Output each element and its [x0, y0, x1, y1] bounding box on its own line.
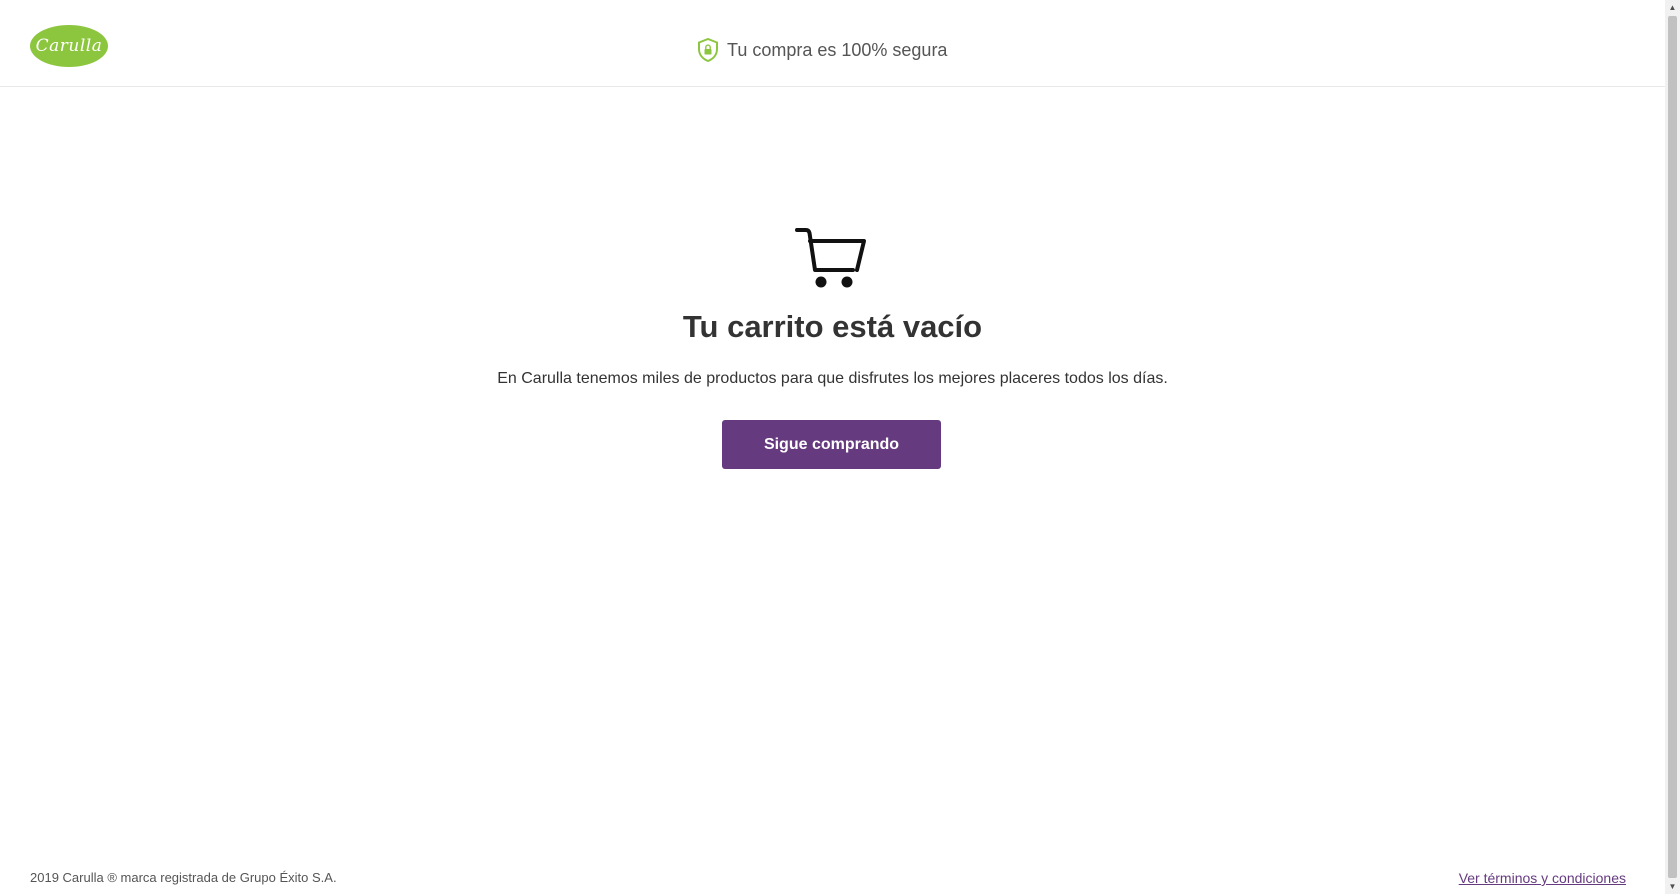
carulla-logo[interactable]: Carulla	[30, 25, 108, 67]
shopping-cart-icon	[795, 228, 866, 288]
scroll-up-icon[interactable]: ▲	[1665, 0, 1680, 15]
keep-shopping-button[interactable]: Sigue comprando	[722, 420, 941, 469]
vertical-scrollbar[interactable]: ▲ ▼	[1665, 0, 1680, 894]
secure-purchase-notice: Tu compra es 100% segura	[697, 38, 947, 62]
empty-cart-description: En Carulla tenemos miles de productos pa…	[497, 370, 1168, 387]
scroll-down-icon[interactable]: ▼	[1665, 879, 1680, 894]
scrollbar-thumb[interactable]	[1668, 16, 1677, 878]
terms-link[interactable]: Ver términos y condiciones	[1459, 870, 1626, 886]
shield-lock-icon	[698, 38, 718, 62]
footer-copyright: 2019 Carulla ® marca registrada de Grupo…	[30, 870, 337, 885]
page: Carulla Tu compra es 100% segura Tu carr…	[0, 0, 1665, 894]
header: Carulla Tu compra es 100% segura	[0, 0, 1665, 87]
empty-cart-title: Tu carrito está vacío	[682, 309, 983, 344]
logo-text: Carulla	[35, 36, 103, 56]
secure-text: Tu compra es 100% segura	[727, 39, 948, 60]
